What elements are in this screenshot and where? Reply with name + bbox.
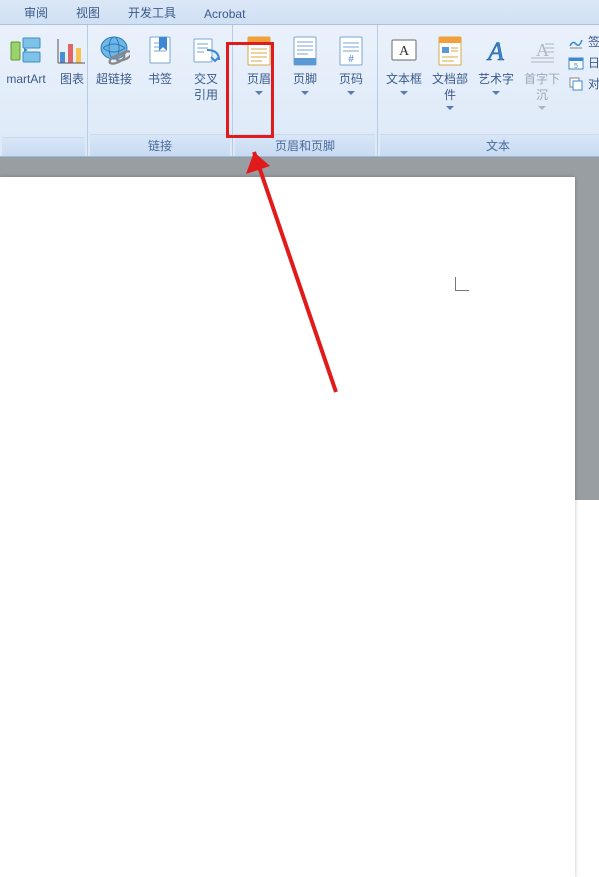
svg-text:A: A [486, 37, 504, 66]
page-margin-corner-marker [455, 269, 477, 291]
quickparts-button[interactable]: 文档部件 [428, 31, 472, 113]
group-text-label: 文本 [380, 134, 599, 156]
footer-icon [288, 34, 322, 68]
textbox-label: 文本框 [386, 72, 422, 88]
quickparts-label: 文档部件 [430, 72, 470, 103]
dropcap-label: 首字下沉 [522, 72, 562, 103]
hyperlink-icon [97, 34, 131, 68]
dropdown-arrow-icon [446, 106, 454, 110]
dropdown-arrow-icon [347, 91, 355, 95]
chart-label: 图表 [60, 72, 84, 88]
group-text: A 文本框 文档部件 [378, 25, 599, 156]
signature-line-button[interactable]: 签名 [568, 33, 599, 50]
wordart-icon: A [479, 34, 513, 68]
dropcap-button[interactable]: A 首字下沉 [520, 31, 564, 113]
group-header-footer: 页眉 页脚 [233, 25, 378, 156]
tab-review[interactable]: 审阅 [10, 0, 62, 24]
text-mini-column: 签名 5 日期 对象 [566, 31, 599, 94]
bookmark-label: 书签 [148, 72, 172, 88]
crossref-button[interactable]: 交叉 引用 [184, 31, 228, 106]
ribbon: martArt 图表 [0, 25, 599, 157]
svg-text:A: A [399, 44, 410, 59]
datetime-button[interactable]: 5 日期 [568, 54, 599, 71]
signature-label: 签名 [588, 33, 599, 50]
chart-icon [55, 34, 89, 68]
quickparts-icon [433, 34, 467, 68]
svg-text:5: 5 [574, 63, 578, 70]
group-header-footer-label: 页眉和页脚 [235, 134, 375, 156]
dropdown-arrow-icon [400, 91, 408, 95]
dropdown-arrow-icon [301, 91, 309, 95]
header-icon [242, 34, 276, 68]
tab-acrobat[interactable]: Acrobat [190, 3, 259, 24]
hyperlink-button[interactable]: 超链接 [92, 31, 136, 91]
header-button[interactable]: 页眉 [237, 31, 281, 98]
footer-label: 页脚 [293, 72, 317, 88]
document-area [0, 157, 599, 500]
object-icon [568, 76, 584, 92]
pagenum-button[interactable]: # 页码 [329, 31, 373, 98]
hyperlink-label: 超链接 [96, 72, 132, 88]
pagenum-label: 页码 [339, 72, 363, 88]
group-illustrations-partial: martArt 图表 [0, 25, 88, 156]
wordart-label: 艺术字 [478, 72, 514, 88]
dropdown-arrow-icon [492, 91, 500, 95]
smartart-button[interactable]: martArt [4, 31, 48, 91]
pagenum-icon: # [334, 34, 368, 68]
dropdown-arrow-icon [255, 91, 263, 95]
tab-view[interactable]: 视图 [62, 0, 114, 24]
datetime-label: 日期 [588, 54, 599, 71]
header-label: 页眉 [247, 72, 271, 88]
dropcap-icon: A [525, 34, 559, 68]
dropdown-arrow-icon [538, 106, 546, 110]
tab-developer[interactable]: 开发工具 [114, 0, 190, 24]
crossref-label: 交叉 引用 [194, 72, 218, 103]
textbox-button[interactable]: A 文本框 [382, 31, 426, 98]
signature-icon [568, 34, 584, 50]
textbox-icon: A [387, 34, 421, 68]
datetime-icon: 5 [568, 55, 584, 71]
crossref-icon [189, 34, 223, 68]
smartart-icon [9, 34, 43, 68]
footer-button[interactable]: 页脚 [283, 31, 327, 98]
svg-text:A: A [536, 40, 549, 60]
bookmark-button[interactable]: 书签 [138, 31, 182, 91]
ribbon-tabs: 审阅 视图 开发工具 Acrobat [0, 0, 599, 25]
bookmark-icon [143, 34, 177, 68]
group-links: 超链接 书签 [88, 25, 233, 156]
group-links-label: 链接 [90, 134, 230, 156]
document-page[interactable] [0, 177, 575, 877]
object-label: 对象 [588, 75, 599, 92]
wordart-button[interactable]: A 艺术字 [474, 31, 518, 98]
svg-text:#: # [348, 54, 354, 65]
smartart-label: martArt [6, 72, 45, 88]
object-button[interactable]: 对象 [568, 75, 599, 92]
